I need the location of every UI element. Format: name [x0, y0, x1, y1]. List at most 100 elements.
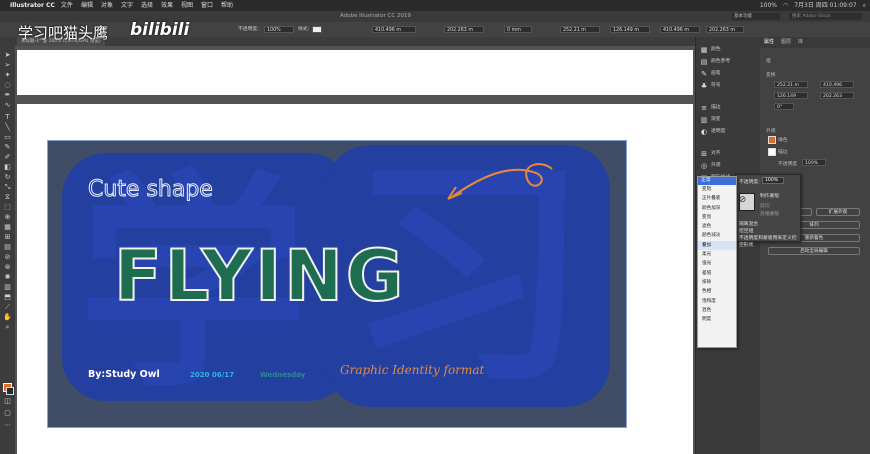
blend-option-multiply[interactable]: 正片叠底: [698, 194, 736, 203]
scale-tool-icon[interactable]: ⤡: [3, 183, 12, 191]
prop-angle-field[interactable]: 0°: [774, 103, 794, 110]
workspace-switcher[interactable]: 基本功能: [732, 13, 780, 20]
flying-headline[interactable]: FLYING: [113, 240, 406, 312]
stroke-color-swatch[interactable]: [6, 387, 14, 395]
blend-option-hue[interactable]: 色相: [698, 287, 736, 296]
date-text[interactable]: 2020 06/17: [190, 371, 234, 379]
panel-stroke[interactable]: ≡ 描边: [700, 103, 721, 113]
blend-tool-icon[interactable]: ⊗: [3, 263, 12, 271]
rectangle-tool-icon[interactable]: ▭: [3, 133, 12, 141]
style-swatch[interactable]: [312, 26, 322, 33]
menu-effect[interactable]: 效果: [161, 0, 173, 11]
line-tool-icon[interactable]: ╲: [3, 123, 12, 131]
opacity-field[interactable]: 100%: [264, 26, 294, 33]
prop-y-field[interactable]: 410.496: [820, 81, 854, 88]
zoom-tool-icon[interactable]: ⌕: [3, 323, 12, 331]
knockout-group-checkbox[interactable]: 挖空组: [739, 227, 753, 234]
x2-field[interactable]: 410.496 m: [660, 26, 700, 33]
angle-field[interactable]: 0 mm: [504, 26, 532, 33]
screen-mode-icon[interactable]: ▢: [3, 409, 12, 417]
y2-field[interactable]: 202.263 m: [706, 26, 744, 33]
blend-option-soft-light[interactable]: 柔光: [698, 250, 736, 259]
global-edit-button[interactable]: 启动全局编辑: [768, 247, 860, 255]
artboard-top[interactable]: [17, 50, 693, 95]
blend-option-difference[interactable]: 差值: [698, 269, 736, 278]
blend-option-luminosity[interactable]: 明度: [698, 315, 736, 324]
blend-option-lighten[interactable]: 变亮: [698, 213, 736, 222]
blend-option-overlay[interactable]: 叠加: [698, 240, 736, 251]
menu-object[interactable]: 对象: [101, 0, 113, 11]
selection-tool-icon[interactable]: ➤: [3, 51, 12, 59]
panel-color-guide[interactable]: ▤ 颜色参考: [700, 57, 731, 67]
blend-option-screen[interactable]: 滤色: [698, 222, 736, 231]
draw-mode-icon[interactable]: ◫: [3, 397, 12, 405]
prop-h-field[interactable]: 202.263: [820, 92, 854, 99]
rotate-tool-icon[interactable]: ↻: [3, 173, 12, 181]
panel-transparency[interactable]: ◐ 透明度: [700, 127, 725, 137]
blend-mode-dropdown[interactable]: 正常 变暗 正片叠底 颜色加深 变亮 滤色 颜色减淡 叠加 柔光 强光 差值 排…: [697, 176, 737, 348]
shape-builder-tool-icon[interactable]: ⊕: [3, 213, 12, 221]
canvas[interactable]: 学 习 Cute shape FLYING By:Study Owl 2020 …: [15, 46, 695, 454]
panel-brushes[interactable]: ✎ 画笔: [700, 69, 721, 79]
edit-toolbar-icon[interactable]: ⋯: [3, 421, 12, 429]
panel-symbols[interactable]: ♣ 符号: [700, 81, 721, 91]
menu-edit[interactable]: 编辑: [81, 0, 93, 11]
stock-search-input[interactable]: 搜索 Adobe Stock: [789, 13, 862, 20]
fill-swatch[interactable]: [768, 136, 776, 144]
panel-color[interactable]: ▦ 颜色: [700, 45, 721, 55]
weekday-text[interactable]: Wednesday: [260, 371, 305, 379]
opacity-knockout-checkbox[interactable]: 不透明度和蒙版用来定义挖空形状: [739, 234, 800, 248]
y-field[interactable]: 202.263 m: [444, 26, 484, 33]
prop-opacity-field[interactable]: 100%: [802, 159, 826, 166]
w-field[interactable]: 252.21 m: [560, 26, 600, 33]
blend-option-darken[interactable]: 变暗: [698, 185, 736, 194]
menu-view[interactable]: 视图: [181, 0, 193, 11]
menu-select[interactable]: 选择: [141, 0, 153, 11]
make-mask-button[interactable]: 制作蒙版: [760, 192, 779, 199]
panel-align[interactable]: ⊞ 对齐: [700, 149, 721, 159]
tab-libraries[interactable]: 库: [798, 37, 803, 48]
wifi-icon[interactable]: ◠: [783, 0, 788, 11]
magic-wand-tool-icon[interactable]: ✦: [3, 71, 12, 79]
app-name[interactable]: Illustrator CC: [10, 0, 55, 11]
shaper-tool-icon[interactable]: ✐: [3, 153, 12, 161]
free-transform-tool-icon[interactable]: ⬚: [3, 203, 12, 211]
blend-option-hard-light[interactable]: 强光: [698, 259, 736, 268]
pen-tool-icon[interactable]: ✒: [3, 91, 12, 99]
invert-mask-checkbox[interactable]: 反相蒙版: [760, 210, 779, 217]
search-icon[interactable]: ⌕: [863, 0, 866, 11]
mesh-tool-icon[interactable]: ⊞: [3, 233, 12, 241]
gradient-tool-icon[interactable]: ▤: [3, 243, 12, 251]
menu-type[interactable]: 文字: [121, 0, 133, 11]
clip-checkbox[interactable]: 剪切: [760, 202, 770, 209]
h-field[interactable]: 126.149 m: [610, 26, 650, 33]
trans-opacity-field[interactable]: 100%: [762, 177, 784, 184]
menu-window[interactable]: 窗口: [201, 0, 213, 11]
artboard-main[interactable]: 学 习 Cute shape FLYING By:Study Owl 2020 …: [17, 104, 693, 454]
blend-mode-current[interactable]: 正常: [698, 177, 736, 185]
prop-x-field[interactable]: 252.21 m: [774, 81, 808, 88]
byline[interactable]: By:Study Owl: [88, 369, 160, 380]
panel-gradient[interactable]: ▥ 渐变: [700, 115, 721, 125]
isolate-blend-checkbox[interactable]: 隔离混合: [739, 220, 758, 227]
x-field[interactable]: 410.496 m: [372, 26, 416, 33]
width-tool-icon[interactable]: ⧖: [3, 193, 12, 201]
perspective-grid-tool-icon[interactable]: ▦: [3, 223, 12, 231]
prop-w-field[interactable]: 126.149: [774, 92, 808, 99]
hand-tool-icon[interactable]: ✋: [3, 313, 12, 321]
symbol-sprayer-tool-icon[interactable]: ✺: [3, 273, 12, 281]
graph-tool-icon[interactable]: ▥: [3, 283, 12, 291]
menu-help[interactable]: 帮助: [221, 0, 233, 11]
cute-shape-text[interactable]: Cute shape: [88, 177, 214, 203]
blend-option-color-dodge[interactable]: 颜色减淡: [698, 231, 736, 240]
tab-layers[interactable]: 图层: [781, 37, 791, 48]
lasso-tool-icon[interactable]: ◌: [3, 81, 12, 89]
menu-file[interactable]: 文件: [61, 0, 73, 11]
blend-option-saturation[interactable]: 饱和度: [698, 297, 736, 306]
eyedropper-tool-icon[interactable]: ⊘: [3, 253, 12, 261]
blend-option-exclusion[interactable]: 排除: [698, 278, 736, 287]
type-tool-icon[interactable]: T: [3, 113, 12, 121]
stroke-swatch[interactable]: [768, 148, 776, 156]
blend-option-color[interactable]: 混色: [698, 306, 736, 315]
panel-appearance[interactable]: ◎ 外观: [700, 161, 721, 171]
